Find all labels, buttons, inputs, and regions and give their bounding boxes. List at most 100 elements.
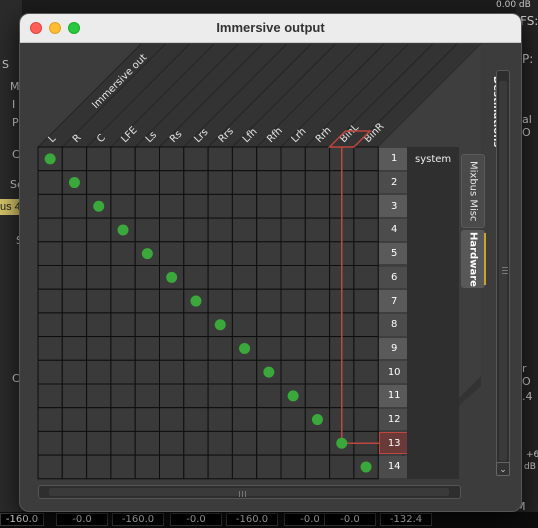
matrix-cell[interactable] <box>280 241 306 267</box>
matrix-cell[interactable] <box>207 336 233 361</box>
matrix-cell[interactable] <box>110 146 136 172</box>
matrix-cell[interactable] <box>280 407 306 432</box>
matrix-cell[interactable] <box>159 359 185 385</box>
matrix-cell[interactable] <box>86 312 112 338</box>
matrix-cell[interactable] <box>37 359 63 385</box>
matrix-cell[interactable] <box>231 430 258 456</box>
matrix-cell[interactable] <box>159 288 185 314</box>
matrix-cell[interactable] <box>256 454 282 480</box>
connection-dot[interactable] <box>336 437 348 449</box>
matrix-cell[interactable] <box>37 265 63 290</box>
matrix-cell[interactable] <box>183 241 209 267</box>
matrix-cell[interactable] <box>86 265 112 290</box>
matrix-cell[interactable] <box>353 383 379 409</box>
vertical-scroll-thumb[interactable] <box>499 81 508 461</box>
matrix-cell[interactable] <box>183 312 209 338</box>
matrix-cell[interactable] <box>231 312 258 338</box>
matrix-cell[interactable] <box>256 193 282 219</box>
matrix-cell[interactable] <box>207 217 233 243</box>
matrix-cell[interactable] <box>134 265 160 290</box>
matrix-cell[interactable] <box>134 407 160 432</box>
matrix-cell[interactable] <box>134 430 160 456</box>
matrix-cell[interactable] <box>110 359 136 385</box>
matrix-cell[interactable] <box>110 193 136 219</box>
connection-dot[interactable] <box>263 366 275 378</box>
matrix-cell[interactable] <box>256 170 282 195</box>
matrix-cell[interactable] <box>304 288 331 314</box>
horizontal-scrollbar[interactable] <box>38 485 461 499</box>
matrix-cell[interactable] <box>37 217 63 243</box>
matrix-cell[interactable] <box>353 288 379 314</box>
matrix-cell[interactable] <box>183 265 209 290</box>
connection-dot[interactable] <box>44 153 56 165</box>
matrix-cell[interactable] <box>37 383 63 409</box>
connection-dot[interactable] <box>239 342 251 354</box>
matrix-cell[interactable] <box>256 288 282 314</box>
matrix-cell[interactable] <box>61 407 88 432</box>
matrix-cell[interactable] <box>159 407 185 432</box>
matrix-cell[interactable] <box>207 241 233 267</box>
matrix-cell[interactable] <box>61 336 88 361</box>
matrix-cell[interactable] <box>256 383 282 409</box>
matrix-cell[interactable] <box>134 312 160 338</box>
matrix-cell[interactable] <box>231 217 258 243</box>
matrix-cell[interactable] <box>61 265 88 290</box>
matrix-cell[interactable] <box>110 265 136 290</box>
matrix-cell[interactable] <box>86 359 112 385</box>
matrix-cell[interactable] <box>353 170 379 195</box>
matrix-cell[interactable] <box>183 383 209 409</box>
matrix-cell[interactable] <box>231 170 258 195</box>
matrix-cell[interactable] <box>37 407 63 432</box>
matrix-cell[interactable] <box>353 336 379 361</box>
matrix-cell[interactable] <box>134 359 160 385</box>
matrix-cell[interactable] <box>86 454 112 480</box>
matrix-cell[interactable] <box>353 241 379 267</box>
matrix-cell[interactable] <box>207 359 233 385</box>
matrix-cell[interactable] <box>134 146 160 172</box>
matrix-cell[interactable] <box>280 170 306 195</box>
matrix-cell[interactable] <box>86 170 112 195</box>
connection-dot[interactable] <box>287 390 299 402</box>
connection-dot[interactable] <box>190 295 202 307</box>
matrix-cell[interactable] <box>207 146 233 172</box>
matrix-cell[interactable] <box>159 430 185 456</box>
vertical-scrollbar[interactable] <box>496 70 510 472</box>
matrix-cell[interactable] <box>86 217 112 243</box>
matrix-cell[interactable] <box>304 146 331 172</box>
matrix-cell[interactable] <box>134 336 160 361</box>
matrix-cell[interactable] <box>353 312 379 338</box>
matrix-cell[interactable] <box>134 454 160 480</box>
matrix-cell[interactable] <box>231 193 258 219</box>
matrix-cell[interactable] <box>110 454 136 480</box>
matrix-cell[interactable] <box>61 430 88 456</box>
matrix-cell[interactable] <box>37 336 63 361</box>
matrix-cell[interactable] <box>256 336 282 361</box>
matrix-cell[interactable] <box>110 170 136 195</box>
matrix-cell[interactable] <box>353 407 379 432</box>
matrix-cell[interactable] <box>183 146 209 172</box>
matrix-cell[interactable] <box>61 146 88 172</box>
matrix-cell[interactable] <box>183 336 209 361</box>
matrix-cell[interactable] <box>86 430 112 456</box>
matrix-cell[interactable] <box>231 407 258 432</box>
matrix-cell[interactable] <box>256 407 282 432</box>
matrix-cell[interactable] <box>256 146 282 172</box>
matrix-cell[interactable] <box>110 430 136 456</box>
matrix-cell[interactable] <box>159 241 185 267</box>
connection-dot[interactable] <box>68 177 80 189</box>
matrix-cell[interactable] <box>61 241 88 267</box>
matrix-cell[interactable] <box>37 241 63 267</box>
matrix-cell[interactable] <box>61 193 88 219</box>
matrix-cell[interactable] <box>110 383 136 409</box>
matrix-cell[interactable] <box>231 265 258 290</box>
matrix-cell[interactable] <box>280 193 306 219</box>
connection-dot[interactable] <box>117 224 129 236</box>
matrix-cell[interactable] <box>61 359 88 385</box>
matrix-cell[interactable] <box>37 170 63 195</box>
matrix-cell[interactable] <box>134 217 160 243</box>
matrix-cell[interactable] <box>207 170 233 195</box>
connection-dot[interactable] <box>360 461 372 473</box>
matrix-cell[interactable] <box>159 170 185 195</box>
matrix-cell[interactable] <box>256 312 282 338</box>
matrix-cell[interactable] <box>231 288 258 314</box>
